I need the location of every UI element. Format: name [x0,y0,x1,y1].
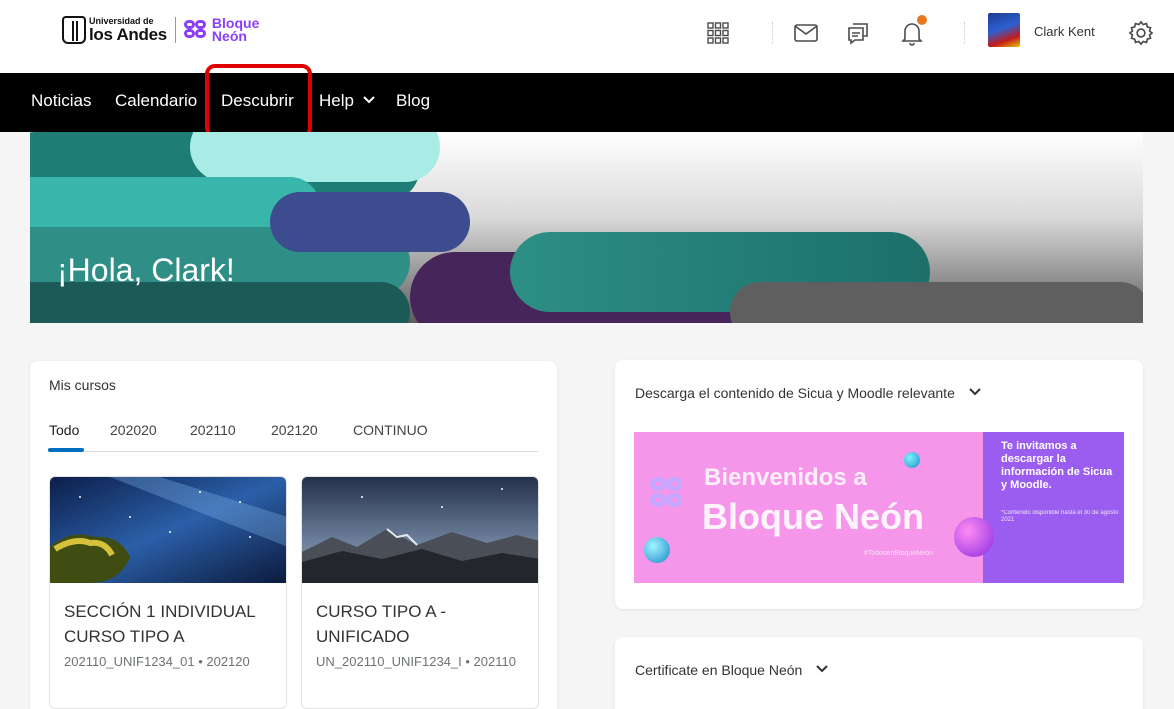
certificate-widget-title: Certificate en Bloque Neón [635,662,803,678]
hero-background [30,132,1143,323]
tab-202020[interactable]: 202020 [110,422,157,438]
course-code: 202110_UNIF1234_01 • 202120 [64,654,250,669]
bloque-neon-logo-icon [183,20,208,40]
chevron-down-icon [816,665,828,673]
chevron-down-icon [969,388,981,396]
apps-grid-icon[interactable] [703,18,733,48]
banner-welcome-text: Bienvenidos a [704,464,867,491]
username[interactable]: Clark Kent [1034,24,1095,39]
banner-hashtag: #TodosenBloqueNeón [864,550,933,557]
course-name[interactable]: SECCIÓN 1 INDIVIDUAL CURSO TIPO A [64,599,279,649]
university-logo[interactable]: Universidad de los Andes Bloque Neón [62,14,259,46]
nav-item-help-label: Help [319,91,354,110]
certificate-widget-header[interactable]: Certificate en Bloque Neón [635,662,828,678]
uniandes-emblem-icon [62,16,86,44]
download-widget-header[interactable]: Descarga el contenido de Sicua y Moodle … [635,385,981,401]
main-navigation: Noticias Calendario Descubrir Help Blog [0,73,1174,132]
hero-banner: ¡Hola, Clark! [30,132,1143,323]
bell-icon[interactable] [897,15,927,48]
course-name[interactable]: CURSO TIPO A - UNIFICADO [316,599,531,649]
bloque-neon-banner[interactable]: Bienvenidos a Bloque Neón #TodosenBloque… [634,432,1124,583]
course-card[interactable]: SECCIÓN 1 INDIVIDUAL CURSO TIPO A 202110… [49,476,287,709]
avatar[interactable] [988,13,1020,47]
notification-dot [917,15,927,25]
nav-item-calendario[interactable]: Calendario [115,91,197,111]
banner-brand-text: Bloque Neón [702,496,924,537]
course-image-mountains [302,477,538,583]
tab-todo[interactable]: Todo [49,422,79,438]
banner-bubble-cyan [644,537,670,563]
banner-availability-note: *Contenido disponible hasta el 30 de ago… [1001,510,1119,523]
course-code: UN_202110_UNIF1234_I • 202110 [316,654,516,669]
course-image-milky-way [50,477,286,583]
tab-continuo[interactable]: CONTINUO [353,422,428,438]
chevron-down-icon [362,96,375,104]
gear-icon[interactable] [1126,18,1156,48]
greeting-heading: ¡Hola, Clark! [57,252,235,288]
tabs-divider [48,451,538,452]
tab-202110[interactable]: 202110 [190,422,236,438]
banner-invitation-text: Te invitamos a descargar la información … [1001,440,1113,491]
banner-bubble-purple [954,517,994,557]
nav-item-noticias[interactable]: Noticias [31,91,91,111]
course-card[interactable]: CURSO TIPO A - UNIFICADO UN_202110_UNIF1… [301,476,539,709]
download-widget-title: Descarga el contenido de Sicua y Moodle … [635,385,955,401]
annotation-highlight-box [205,64,312,138]
top-bar: Universidad de los Andes Bloque Neón Cla… [0,0,1174,73]
nav-item-help[interactable]: Help [319,91,375,111]
logo-university-name: los Andes [89,25,167,44]
toolbar-divider [964,22,965,44]
nav-item-blog[interactable]: Blog [396,91,430,111]
chat-icon[interactable] [843,18,873,48]
bloque-neon-logo-icon [650,477,686,513]
mail-icon[interactable] [791,18,821,48]
banner-bubble-teal [904,452,920,468]
tab-202120[interactable]: 202120 [271,422,318,438]
active-tab-indicator [48,448,84,452]
logo-neon-word-2: Neón [211,28,247,44]
logo-divider [174,17,176,43]
toolbar-divider [772,22,773,44]
my-courses-title: Mis cursos [49,377,116,393]
